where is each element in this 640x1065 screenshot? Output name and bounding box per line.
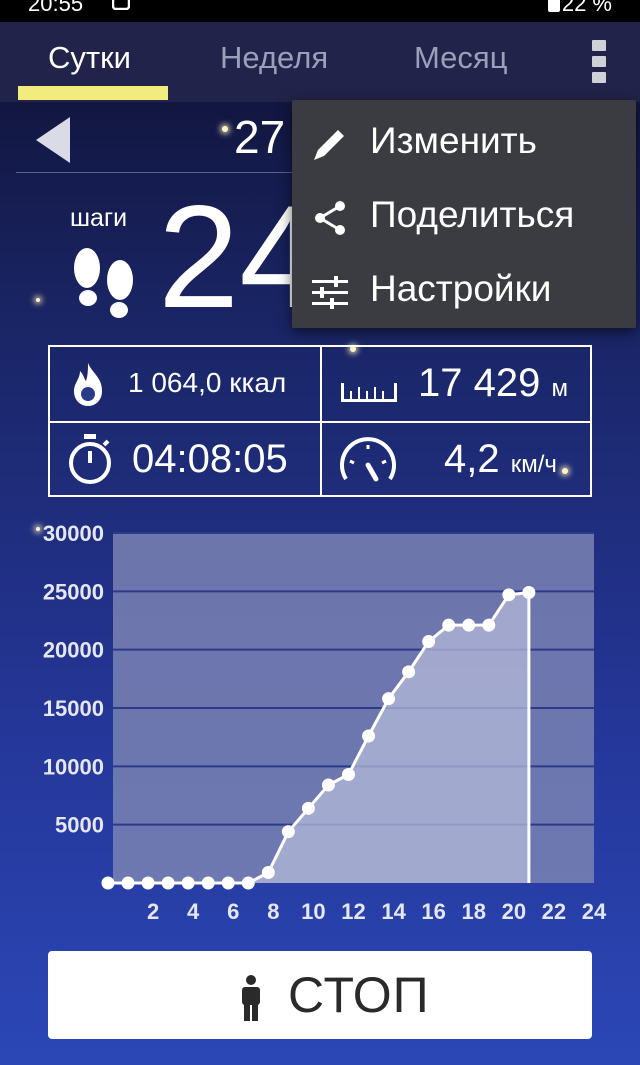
y-tick-label: 20000 [43,638,104,663]
tab-day[interactable]: Сутки [48,40,131,76]
footprints-icon [74,248,133,318]
star-decoration [36,298,40,302]
x-tick-label: 6 [227,899,239,924]
y-tick-label: 25000 [43,579,104,604]
x-tick-label: 8 [267,899,279,924]
speed-unit: км/ч [510,451,557,478]
status-time: 20:55 [28,0,84,16]
data-point [321,778,335,792]
y-tick-label: 10000 [43,754,104,779]
stop-button-label: СТОП [288,967,430,1023]
pencil-icon [314,127,347,160]
data-point [482,618,496,632]
distance-unit: м [551,375,568,402]
data-point [141,876,155,890]
steps-chart-svg: 500010000150002000025000300002 4 6 8 10 12 14 1… [43,521,607,924]
data-point [442,618,456,632]
duration-cell: 04:08:05 [50,423,320,497]
data-point [201,876,215,890]
distance-cell: 17 429 м [322,347,592,421]
calories-cell: 1 064,0 ккал [50,347,320,421]
active-tab-indicator [18,86,168,100]
distance-value: 17 429 м [418,361,568,406]
tab-bar: Сутки Неделя Месяц [0,22,640,102]
x-tick-label: 10 [301,899,325,924]
data-point [161,876,175,890]
data-point [502,588,516,602]
x-tick-label: 12 [341,899,365,924]
data-point [362,729,376,743]
x-tick-label: 22 [542,899,566,924]
download-status-icon [112,0,130,10]
menu-item-label: Настройки [370,268,552,309]
stopwatch-icon [69,434,111,484]
data-point [522,586,536,599]
stats-grid: 1 064,0 ккал 17 429 м 04:08:05 4,2 км/ч [48,345,592,497]
steps-chart: 5000 10000 15000 20000 25000 30000 2 4 6 8 10 12 14 1… [0,515,640,935]
duration-value: 04:08:05 [132,437,288,481]
data-point [382,692,396,706]
flame-icon [74,363,102,406]
menu-item-label: Поделиться [370,194,575,235]
tab-month[interactable]: Месяц [414,40,507,76]
speed-value: 4,2 км/ч [444,437,557,482]
menu-item-settings[interactable]: Настройки [292,254,636,326]
overflow-menu-icon[interactable] [592,40,606,86]
menu-item-share[interactable]: Поделиться [292,180,636,252]
y-tick-label: 5000 [55,813,104,838]
data-point [462,618,476,632]
data-point [301,801,315,815]
status-bar: 20:55 22 % [0,0,640,22]
data-point [342,768,355,781]
x-tick-label: 20 [502,899,526,924]
speed-cell: 4,2 км/ч [322,423,592,497]
tab-week[interactable]: Неделя [220,40,328,76]
data-point [101,876,115,890]
person-icon [242,975,260,1021]
ruler-icon [341,383,397,402]
previous-day-arrow-icon[interactable] [36,117,70,163]
data-point [121,876,135,890]
data-point [422,635,436,648]
data-point [181,876,195,890]
y-tick-label: 30000 [43,521,104,546]
data-point [241,876,255,890]
x-tick-label: 18 [462,899,486,924]
battery-icon [548,0,560,12]
y-tick-label: 15000 [43,696,104,721]
menu-item-edit[interactable]: Изменить [292,106,636,178]
speedometer-icon [340,437,396,482]
steps-label: шаги [70,204,128,232]
x-tick-label: 4 [187,899,200,924]
speed-number: 4,2 [444,437,500,481]
x-tick-label: 16 [421,899,445,924]
star-decoration [222,126,228,132]
calories-value: 1 064,0 ккал [128,367,287,398]
data-point [221,876,235,890]
distance-number: 17 429 [418,361,541,405]
data-point [261,866,275,879]
menu-item-label: Изменить [370,120,537,161]
data-point [402,665,416,679]
x-tick-label: 24 [582,899,607,924]
x-tick-label: 14 [381,899,406,924]
battery-level: 22 % [561,0,612,16]
x-tick-label: 2 [147,899,159,924]
sliders-icon [312,276,348,309]
overflow-menu: Изменить Поделиться Настройки [292,100,636,328]
data-point [281,825,295,839]
share-icon [315,201,345,235]
